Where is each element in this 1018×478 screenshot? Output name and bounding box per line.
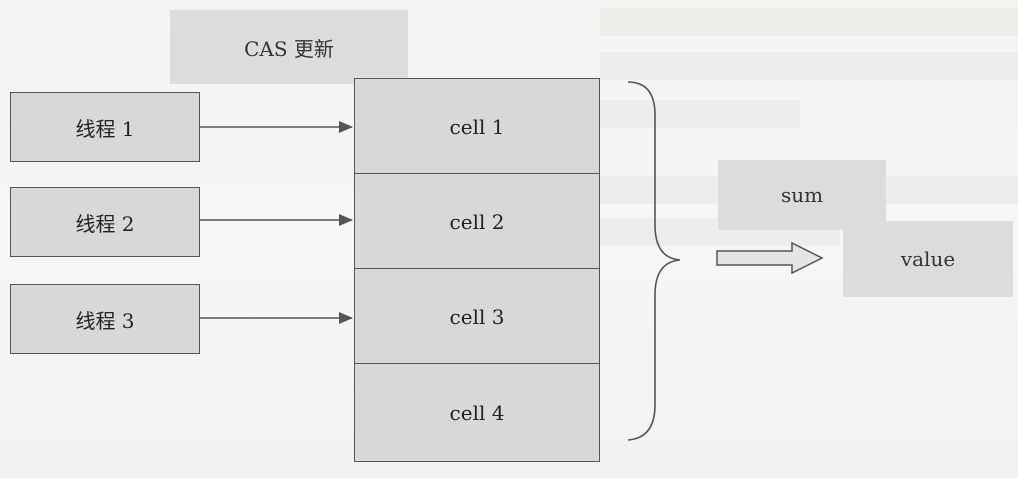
aggregate-arrow xyxy=(716,241,824,275)
curly-brace xyxy=(627,81,681,441)
connector-overlay xyxy=(200,81,824,441)
